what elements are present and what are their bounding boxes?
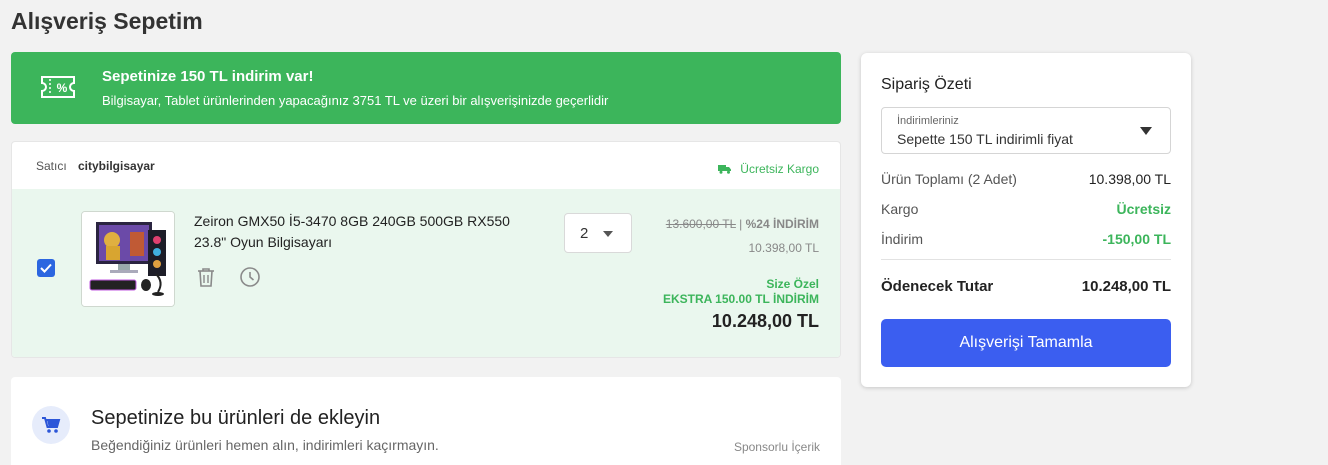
- discount-percent: %24 İNDİRİM: [745, 217, 819, 231]
- cart-icon: [42, 417, 61, 433]
- total-value: 10.248,00 TL: [1081, 278, 1171, 295]
- discount-value: -150,00 TL: [1102, 231, 1171, 247]
- discounted-price: 10.398,00 TL: [748, 241, 819, 255]
- discount-select[interactable]: İndirimleriniz Sepette 150 TL indirimli …: [881, 107, 1171, 154]
- product-image[interactable]: [81, 211, 175, 307]
- product-name-link[interactable]: Zeiron GMX50 İ5-3470 8GB 240GB 500GB RX5…: [194, 211, 544, 253]
- old-price: 13.600,00 TL: [665, 217, 736, 231]
- summary-title: Sipariş Özeti: [881, 76, 972, 93]
- quantity-select[interactable]: 2: [564, 213, 632, 253]
- seller-name-link[interactable]: citybilgisayar: [78, 159, 155, 173]
- discount-select-value: Sepette 150 TL indirimli fiyat: [897, 131, 1073, 147]
- coupon-icon: %: [41, 76, 75, 98]
- seller-header: Satıcı citybilgisayar Ücretsiz Kargo: [12, 142, 840, 189]
- recommend-title: Sepetinize bu ürünleri de ekleyin: [91, 407, 381, 429]
- discount-select-label: İndirimleriniz: [897, 115, 959, 127]
- old-price-line: 13.600,00 TL | %24 İNDİRİM: [663, 217, 819, 231]
- trash-icon[interactable]: [194, 265, 218, 289]
- page-title: Alışveriş Sepetim: [11, 8, 203, 34]
- check-icon: [40, 263, 52, 273]
- promo-banner: % Sepetinize 150 TL indirim var! Bilgisa…: [11, 52, 841, 124]
- svg-text:%: %: [57, 81, 68, 95]
- final-price: 10.248,00 TL: [711, 311, 819, 331]
- total-label: Ödenecek Tutar: [881, 278, 994, 295]
- item-actions: [194, 265, 262, 289]
- price-separator: |: [739, 217, 743, 231]
- promo-description: Bilgisayar, Tablet ürünlerinden yapacağı…: [102, 93, 609, 108]
- subtotal-label: Ürün Toplamı (2 Adet): [881, 171, 1017, 187]
- cart-item: Zeiron GMX50 İ5-3470 8GB 240GB 500GB RX5…: [12, 189, 840, 357]
- seller-label: Satıcı: [36, 159, 67, 173]
- quantity-value: 2: [580, 225, 589, 242]
- recommend-badge: [32, 406, 70, 444]
- promo-title: Sepetinize 150 TL indirim var!: [102, 68, 314, 85]
- discount-label: İndirim: [881, 231, 924, 247]
- cargo-value: Ücretsiz: [1116, 201, 1171, 217]
- summary-row-discount: İndirim -150,00 TL: [881, 231, 1171, 247]
- chevron-down-icon: [603, 231, 613, 237]
- special-offer-label: Size Özel: [766, 277, 819, 291]
- checkout-button[interactable]: Alışverişi Tamamla: [881, 319, 1171, 367]
- sponsored-label: Sponsorlu İçerik: [733, 440, 820, 454]
- recommend-subtitle: Beğendiğiniz ürünleri hemen alın, indiri…: [91, 437, 439, 453]
- summary-divider: [881, 259, 1171, 260]
- order-summary: Sipariş Özeti İndirimleriniz Sepette 150…: [861, 53, 1191, 387]
- chevron-down-icon: [1140, 127, 1152, 135]
- clock-icon[interactable]: [238, 265, 262, 289]
- free-cargo-badge: Ücretsiz Kargo: [718, 162, 819, 176]
- recommendations-card: Sepetinize bu ürünleri de ekleyin Beğend…: [11, 377, 841, 465]
- subtotal-value: 10.398,00 TL: [1088, 171, 1171, 187]
- item-checkbox[interactable]: [37, 259, 55, 277]
- seller-card: Satıcı citybilgisayar Ücretsiz Kargo Zei…: [11, 141, 841, 358]
- gaming-pc-image: [82, 212, 174, 306]
- truck-icon: [718, 165, 732, 174]
- summary-row-total: Ödenecek Tutar 10.248,00 TL: [881, 278, 1171, 295]
- cargo-label: Kargo: [881, 201, 919, 217]
- extra-discount-label: EKSTRA 150.00 TL İNDİRİM: [662, 292, 819, 306]
- summary-row-cargo: Kargo Ücretsiz: [881, 201, 1171, 217]
- free-cargo-label: Ücretsiz Kargo: [740, 162, 819, 176]
- price-block: 13.600,00 TL | %24 İNDİRİM 10.398,00 TL …: [663, 217, 819, 332]
- summary-row-subtotal: Ürün Toplamı (2 Adet) 10.398,00 TL: [881, 171, 1171, 187]
